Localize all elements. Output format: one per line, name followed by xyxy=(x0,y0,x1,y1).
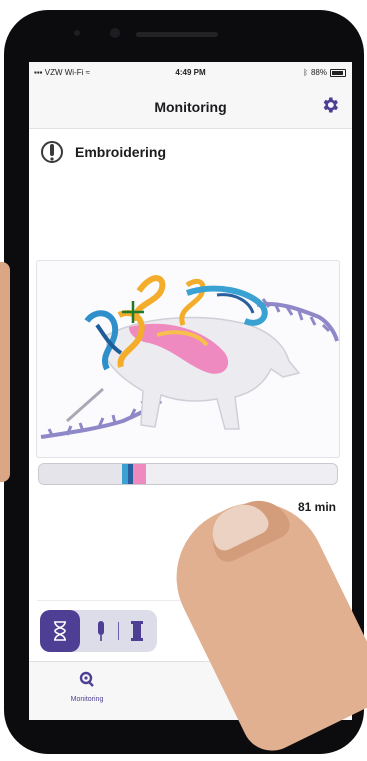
phone-top-bezel xyxy=(4,10,364,50)
hourglass-view-button[interactable] xyxy=(40,610,80,652)
embroidery-preview xyxy=(36,260,340,458)
battery-icon xyxy=(330,68,346,77)
job-status-row: Embroidering xyxy=(41,139,166,165)
status-bar: ▪▪▪ VZW Wi-Fi ≈ 4:49 PM ᛒ 88% xyxy=(29,62,352,84)
proximity-sensor xyxy=(74,30,80,36)
needle-icon xyxy=(98,621,104,641)
earpiece-speaker xyxy=(136,32,218,37)
gear-icon[interactable] xyxy=(320,95,340,115)
view-mode-segmented-control xyxy=(40,610,157,652)
needle-view-button[interactable] xyxy=(88,610,114,652)
tab-monitoring[interactable]: Monitoring xyxy=(32,670,142,703)
front-camera xyxy=(110,28,120,38)
page-title: Monitoring xyxy=(154,99,227,115)
needle-icon xyxy=(41,141,63,163)
battery-percent: 88% xyxy=(310,68,327,77)
status-right: ᛒ 88% xyxy=(303,68,346,77)
stitch-progress-bar xyxy=(38,463,338,485)
unicorn-design-image xyxy=(40,275,339,439)
left-hand-edge xyxy=(0,262,10,482)
embroidery-machine-icon xyxy=(79,671,94,687)
job-status-label: Embroidering xyxy=(75,144,167,160)
thread-spool-icon xyxy=(131,621,143,641)
thread-spool-view-button[interactable] xyxy=(122,610,152,652)
hourglass-icon xyxy=(54,621,66,641)
bluetooth-icon: ᛒ xyxy=(303,68,308,77)
progress-completed xyxy=(39,464,123,484)
remaining-time: 81 min xyxy=(297,500,336,514)
progress-color-segment xyxy=(134,464,147,484)
segment-separator xyxy=(118,622,119,640)
nav-bar: Monitoring xyxy=(29,84,352,129)
tab-monitoring-label: Monitoring xyxy=(70,696,104,703)
